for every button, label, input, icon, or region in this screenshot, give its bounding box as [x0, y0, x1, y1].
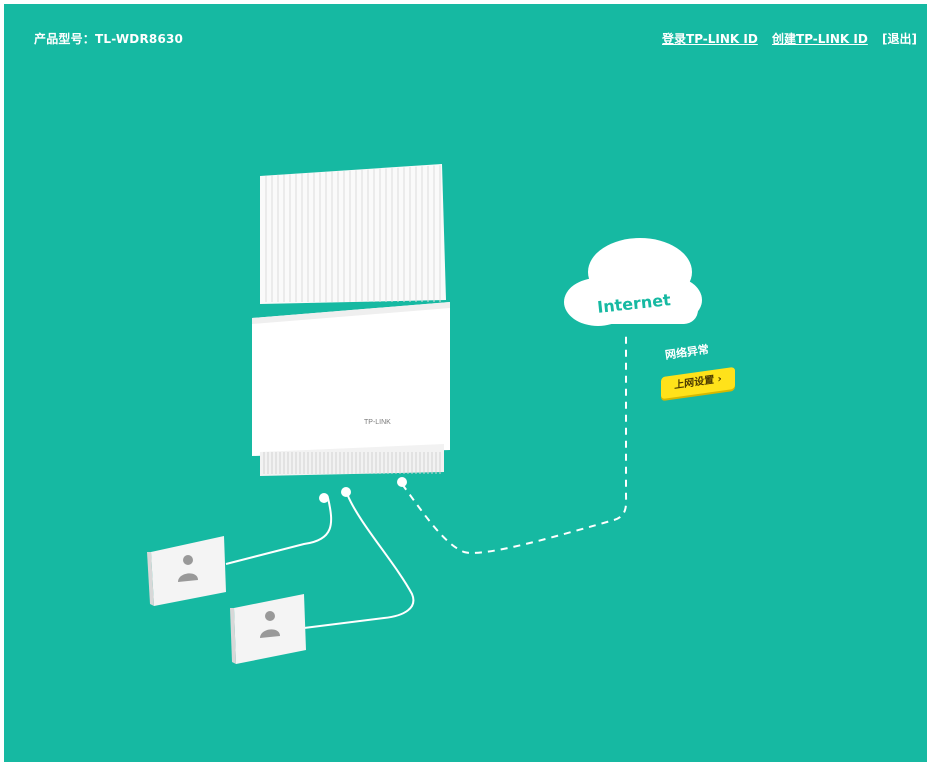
- client-device-1[interactable]: [147, 536, 226, 606]
- lan-port-2: [341, 487, 351, 497]
- router-brand-label: TP-LINK: [364, 419, 391, 426]
- lan-cable-1: [225, 497, 333, 565]
- lan-port-1: [319, 493, 329, 503]
- network-topology-diagram: TP-LINK Internet: [147, 164, 702, 664]
- wan-port: [397, 477, 407, 487]
- client-device-2[interactable]: [230, 594, 306, 664]
- lan-cable-2: [303, 495, 415, 629]
- router-status-canvas: 产品型号：TL-WDR8630 登录TP-LINK ID 创建TP-LINK I…: [4, 4, 927, 762]
- router-device[interactable]: TP-LINK: [252, 164, 450, 476]
- internet-cloud[interactable]: Internet: [564, 238, 702, 326]
